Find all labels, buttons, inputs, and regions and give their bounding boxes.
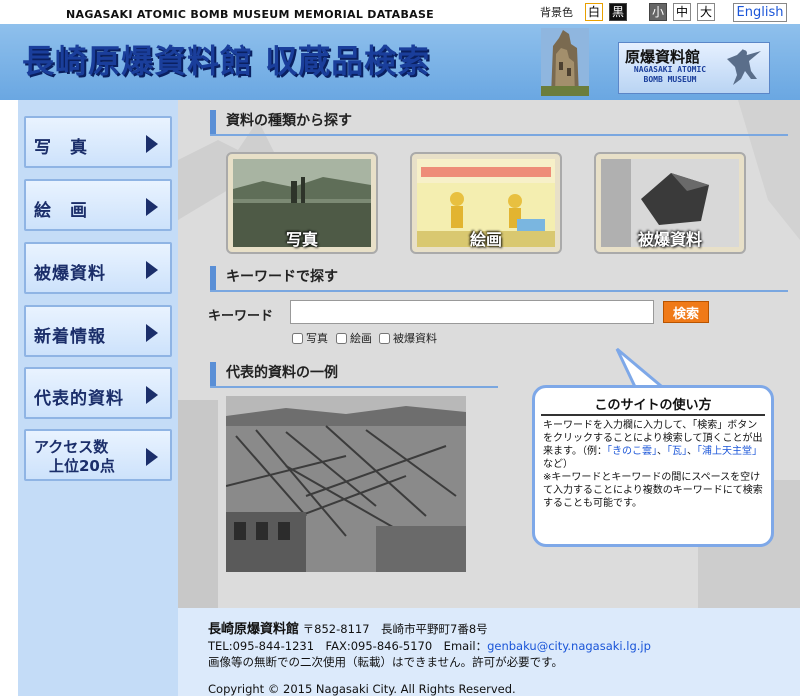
keyword-label: キーワード bbox=[208, 309, 274, 324]
arrow-right-icon bbox=[146, 198, 158, 216]
section-heading-featured: 代表的資料の一例 bbox=[210, 362, 338, 386]
sidebar-item-photos[interactable]: 写 真 bbox=[24, 116, 172, 168]
peace-statue-icon bbox=[727, 49, 761, 85]
footer-email-link[interactable]: genbaku@city.nagasaki.lg.jp bbox=[487, 639, 651, 653]
arrow-right-icon bbox=[146, 261, 158, 279]
example-link-urakami-cathedral[interactable]: 「浦上天主堂」 bbox=[697, 446, 757, 457]
ruined-tower-image bbox=[541, 28, 589, 96]
filter-photos[interactable]: 写真 bbox=[292, 330, 328, 346]
example-link-mushroom-cloud[interactable]: 「きのこ雲」 bbox=[607, 446, 657, 457]
keyword-input[interactable] bbox=[290, 300, 654, 324]
footer-address: 〒852-8117 長崎市平野町7番8号 bbox=[302, 622, 488, 636]
museum-logo[interactable]: 原爆資料館 NAGASAKI ATOMIC BOMB MUSEUM bbox=[618, 42, 770, 94]
sidebar-item-label: 代表的資料 bbox=[34, 389, 124, 409]
footer-tel-fax: TEL:095-844-1231 FAX:095-846-5170 Email： bbox=[208, 639, 488, 653]
sidebar-item-top-access[interactable]: アクセス数 上位20点 bbox=[24, 429, 172, 481]
how-to-use-title: このサイトの使い方 bbox=[594, 398, 712, 413]
filter-label: 写真 bbox=[306, 332, 328, 345]
sidebar-item-bombed-materials[interactable]: 被爆資料 bbox=[24, 242, 172, 294]
category-label: 被爆資料 bbox=[637, 230, 702, 249]
sidebar-item-label: アクセス数 上位20点 bbox=[34, 438, 115, 475]
sidebar-item-label: 被爆資料 bbox=[34, 264, 106, 284]
font-size-large-button[interactable]: 大 bbox=[697, 3, 715, 21]
how-to-use-divider bbox=[541, 414, 765, 416]
category-card-paintings[interactable]: 絵画 bbox=[410, 152, 562, 254]
site-title: 長崎原爆資料館 収蔵品検索 bbox=[22, 42, 431, 80]
filter-bombed-materials[interactable]: 被爆資料 bbox=[379, 330, 437, 346]
section-heading-keyword: キーワードで探す bbox=[210, 266, 338, 290]
background-black-button[interactable]: 黒 bbox=[609, 3, 627, 21]
category-label: 絵画 bbox=[469, 230, 502, 249]
arrow-right-icon bbox=[146, 448, 158, 466]
arrow-right-icon bbox=[146, 324, 158, 342]
english-link[interactable]: English bbox=[733, 3, 787, 22]
arrow-right-icon bbox=[146, 135, 158, 153]
background-white-button[interactable]: 白 bbox=[585, 3, 603, 21]
section-divider bbox=[210, 134, 788, 136]
how-to-use-panel: このサイトの使い方 キーワードを入力欄に入力して、「検索」ボタンをクリックするこ… bbox=[532, 385, 774, 547]
footer-org-name: 長崎原爆資料館 bbox=[208, 622, 300, 637]
filter-bombed-materials-checkbox[interactable] bbox=[379, 332, 390, 344]
filter-paintings-checkbox[interactable] bbox=[336, 332, 347, 344]
featured-ruins-photo[interactable] bbox=[226, 396, 466, 572]
header-banner: 長崎原爆資料館 収蔵品検索 原爆資料館 NAGASAKI ATOMIC BOMB… bbox=[0, 24, 800, 100]
how-to-use-text: キーワードを入力欄に入力して、「検索」ボタンをクリックすることにより検索して頂く… bbox=[543, 419, 767, 510]
filter-paintings[interactable]: 絵画 bbox=[336, 330, 372, 346]
logo-japanese-text: 原爆資料館 bbox=[625, 48, 701, 66]
top-bar: NAGASAKI ATOMIC BOMB MUSEUM MEMORIAL DAT… bbox=[0, 0, 800, 24]
section-heading-browse: 資料の種類から探す bbox=[210, 110, 352, 134]
footer-contact-line: TEL:095-844-1231 FAX:095-846-5170 Email：… bbox=[208, 638, 651, 654]
category-card-photos[interactable]: 写真 bbox=[226, 152, 378, 254]
section-divider bbox=[210, 386, 498, 388]
separator: 、 bbox=[687, 446, 697, 457]
section-divider bbox=[210, 290, 788, 292]
font-size-medium-button[interactable]: 中 bbox=[673, 3, 691, 21]
category-label: 写真 bbox=[285, 230, 318, 249]
font-size-small-button[interactable]: 小 bbox=[649, 3, 667, 21]
separator: 、 bbox=[657, 446, 667, 457]
footer-address-line: 長崎原爆資料館 〒852-8117 長崎市平野町7番8号 bbox=[208, 618, 488, 637]
database-title: NAGASAKI ATOMIC BOMB MUSEUM MEMORIAL DAT… bbox=[66, 8, 434, 21]
footer-notice: 画像等の無断での二次使用（転載）はできません。許可が必要です。 bbox=[208, 655, 564, 669]
how-to-use-note: ※キーワードとキーワードの間にスペースを空けて入力することにより複数のキーワード… bbox=[543, 472, 763, 509]
sidebar-item-paintings[interactable]: 絵 画 bbox=[24, 179, 172, 231]
sidebar-nav: 写 真 絵 画 被爆資料 新着情報 代表的資料 アクセス数 上位20点 bbox=[18, 100, 178, 608]
footer-left-strip bbox=[18, 608, 178, 696]
sidebar-item-label: 写 真 bbox=[34, 138, 88, 158]
logo-english-text: NAGASAKI ATOMIC BOMB MUSEUM bbox=[633, 65, 707, 84]
background-color-label: 背景色 bbox=[540, 6, 573, 19]
footer-copyright: Copyright © 2015 Nagasaki City. All Righ… bbox=[208, 682, 516, 696]
arrow-right-icon bbox=[146, 386, 158, 404]
main-content: 資料の種類から探す 写真 絵画 被爆資料 キーワードで探す キーワード 検索 写… bbox=[178, 100, 800, 608]
filter-label: 絵画 bbox=[350, 332, 372, 345]
sidebar-item-label: 絵 画 bbox=[34, 201, 88, 221]
sidebar-item-new-info[interactable]: 新着情報 bbox=[24, 305, 172, 357]
filter-label: 被爆資料 bbox=[393, 332, 437, 345]
search-button[interactable]: 検索 bbox=[663, 301, 709, 323]
sidebar-item-label: 新着情報 bbox=[34, 327, 106, 347]
category-card-bombed-materials[interactable]: 被爆資料 bbox=[594, 152, 746, 254]
footer: 長崎原爆資料館 〒852-8117 長崎市平野町7番8号 TEL:095-844… bbox=[0, 608, 800, 696]
filter-photos-checkbox[interactable] bbox=[292, 332, 303, 344]
sidebar-item-representative[interactable]: 代表的資料 bbox=[24, 367, 172, 419]
example-link-tile[interactable]: 「瓦」 bbox=[667, 446, 687, 457]
